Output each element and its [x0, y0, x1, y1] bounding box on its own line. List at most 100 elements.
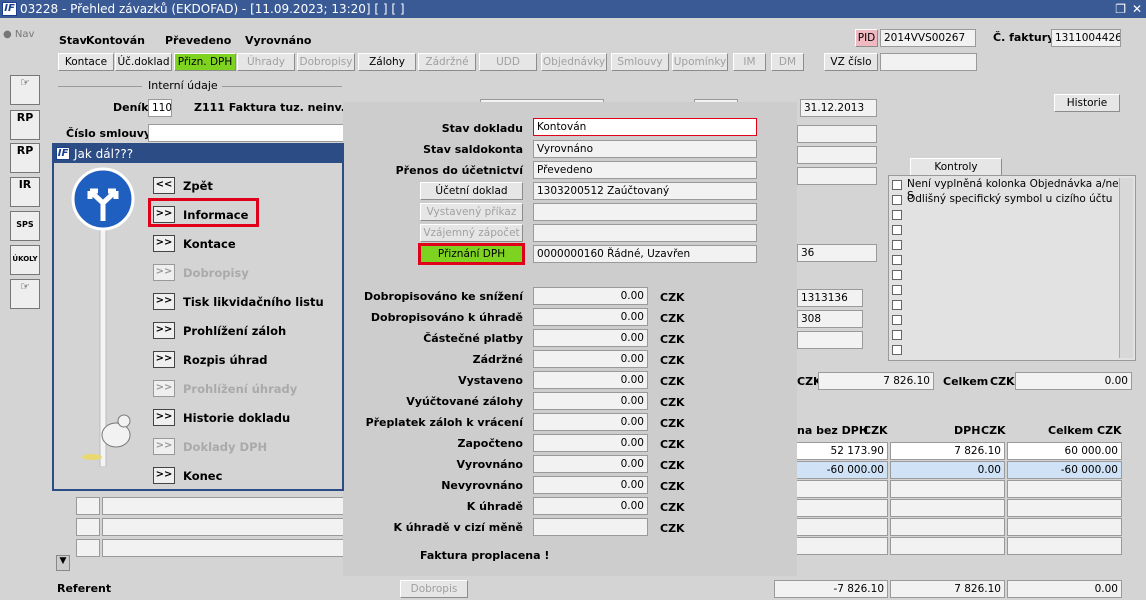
smlouvy-button[interactable]: Smlouvy — [611, 53, 669, 71]
jak-menu-label[interactable]: Prohlížení úhrady — [183, 382, 297, 396]
amount-field[interactable] — [533, 518, 648, 536]
pid-field[interactable]: 2014VVS00267 — [880, 29, 976, 47]
amount-field[interactable]: 0.00 — [533, 329, 648, 347]
grid-cell[interactable] — [102, 539, 345, 557]
bg-field[interactable] — [797, 167, 877, 185]
jak-menu-label[interactable]: Doklady DPH — [183, 440, 267, 454]
historie-button[interactable]: Historie — [1054, 94, 1120, 112]
amount-field[interactable]: 0.00 — [533, 308, 648, 326]
bg-field[interactable] — [797, 125, 877, 143]
kontroly-list[interactable]: Není vyplněná kolonka Objednávka a/nebo … — [888, 175, 1136, 361]
udd-button[interactable]: UDD — [479, 53, 537, 71]
jak-menu-label[interactable]: Dobropisy — [183, 266, 249, 280]
ukoly-icon[interactable]: ÚKOLY — [10, 245, 40, 275]
kontace-button[interactable]: Kontace — [58, 53, 114, 71]
table-cell[interactable] — [890, 518, 1005, 536]
amount-field[interactable]: 0.00 — [533, 371, 648, 389]
amount-field[interactable]: 0.00 — [533, 350, 648, 368]
bg-field[interactable] — [797, 331, 863, 349]
table-cell[interactable]: 60 000.00 — [1007, 442, 1122, 460]
checkbox[interactable] — [892, 195, 902, 205]
val1313136-field[interactable]: 1313136 — [797, 289, 863, 307]
grid-cell[interactable] — [76, 497, 100, 515]
checkbox[interactable] — [892, 180, 902, 190]
faktura-field[interactable]: 1311004426 — [1051, 29, 1121, 47]
cislo-smlouvy-field[interactable] — [148, 124, 344, 142]
jak-menu-button[interactable]: >> — [153, 322, 175, 339]
total-cell[interactable]: 7 826.10 — [890, 580, 1005, 598]
jak-menu-button[interactable]: >> — [153, 351, 175, 368]
amount-field[interactable]: 0.00 — [1015, 372, 1132, 390]
dobropis-button[interactable]: Dobropis — [400, 580, 468, 598]
jak-menu-label[interactable]: Rozpis úhrad — [183, 353, 268, 367]
restore-icon[interactable]: ❐ — [1115, 0, 1126, 18]
scrollbar[interactable] — [1119, 178, 1133, 358]
checkbox[interactable] — [892, 345, 902, 355]
vz-cislo-field[interactable] — [880, 53, 977, 71]
sps-icon[interactable]: SPS — [10, 211, 40, 241]
table-cell[interactable] — [1007, 537, 1122, 555]
rp-cz-icon[interactable]: RP — [10, 110, 40, 140]
vystaveny-prikaz-button[interactable]: Vystavený příkaz — [420, 203, 523, 221]
close-icon[interactable]: ✕ — [1132, 0, 1142, 18]
vzajemny-zapocet-field[interactable] — [533, 224, 757, 242]
vz-cislo-button[interactable]: VZ číslo — [824, 53, 878, 71]
prenos-field[interactable]: Převedeno — [533, 161, 757, 179]
grid-cell[interactable] — [76, 539, 100, 557]
nav-toggle[interactable]: ● Nav — [3, 29, 34, 40]
im-button[interactable]: IM — [733, 53, 766, 71]
ucetni-doklad-field[interactable]: 1303200512 Zaúčtovaný — [533, 182, 757, 200]
checkbox[interactable] — [892, 255, 902, 265]
scroll-down-icon[interactable]: ▼ — [56, 555, 70, 571]
vystaveny-prikaz-field[interactable] — [533, 203, 757, 221]
priznani-dph-field[interactable]: 0000000160 Řádné, Uzavřen — [533, 245, 757, 263]
jak-menu-button[interactable]: >> — [153, 380, 175, 397]
checkbox[interactable] — [892, 225, 902, 235]
amount-field[interactable]: 0.00 — [533, 434, 648, 452]
denik-field[interactable]: 110 — [148, 99, 172, 117]
total-cell[interactable]: -7 826.10 — [774, 580, 888, 598]
jak-menu-button[interactable]: >> — [153, 438, 175, 455]
hand-icon[interactable]: ☞ — [10, 75, 40, 105]
pid-button[interactable]: PID — [855, 29, 878, 47]
objednavky-button[interactable]: Objednávky — [541, 53, 607, 71]
grid-cell[interactable] — [102, 497, 345, 515]
checkbox[interactable] — [892, 240, 902, 250]
val308-field[interactable]: 308 — [797, 310, 863, 328]
ucdoklad-button[interactable]: Úč.doklad — [115, 53, 172, 71]
table-cell[interactable] — [890, 499, 1005, 517]
jak-menu-button[interactable]: >> — [153, 264, 175, 281]
amount-field[interactable]: 0.00 — [533, 413, 648, 431]
date-field[interactable]: 31.12.2013 — [800, 99, 877, 117]
val36-field[interactable]: 36 — [797, 244, 877, 262]
vzajemny-zapocet-button[interactable]: Vzájemný zápočet — [420, 224, 523, 242]
jak-menu-button[interactable]: >> — [153, 293, 175, 310]
jak-menu-button[interactable]: >> — [153, 467, 175, 484]
table-cell[interactable] — [1007, 499, 1122, 517]
table-cell[interactable] — [890, 537, 1005, 555]
grid-cell[interactable] — [76, 518, 100, 536]
rp-eu-icon[interactable]: RP — [10, 143, 40, 173]
ucetni-doklad-button[interactable]: Účetní doklad — [420, 182, 523, 200]
checkbox[interactable] — [892, 300, 902, 310]
dm-button[interactable]: DM — [771, 53, 804, 71]
upominky-button[interactable]: Upomínky — [672, 53, 728, 71]
table-cell[interactable]: 7 826.10 — [890, 442, 1005, 460]
checkbox[interactable] — [892, 330, 902, 340]
dobropisy-button[interactable]: Dobropisy — [297, 53, 355, 71]
ir-cz-icon[interactable]: IR — [10, 177, 40, 207]
hand2-icon[interactable]: ☞ — [10, 279, 40, 309]
jak-menu-button[interactable]: << — [153, 177, 175, 194]
checkbox[interactable] — [892, 210, 902, 220]
table-cell[interactable] — [890, 480, 1005, 498]
jak-menu-label[interactable]: Konec — [183, 469, 222, 483]
prizn-dph-button[interactable]: Přizn. DPH — [174, 53, 236, 71]
grid-cell[interactable] — [102, 518, 345, 536]
stav-dokladu-field[interactable]: Kontován — [533, 118, 757, 136]
stav-saldokonta-field[interactable]: Vyrovnáno — [533, 140, 757, 158]
amount-field[interactable]: 0.00 — [533, 287, 648, 305]
amount-field[interactable]: 0.00 — [533, 455, 648, 473]
jak-menu-button[interactable]: >> — [153, 235, 175, 252]
table-cell[interactable] — [1007, 480, 1122, 498]
kontroly-button[interactable]: Kontroly — [910, 158, 1002, 176]
